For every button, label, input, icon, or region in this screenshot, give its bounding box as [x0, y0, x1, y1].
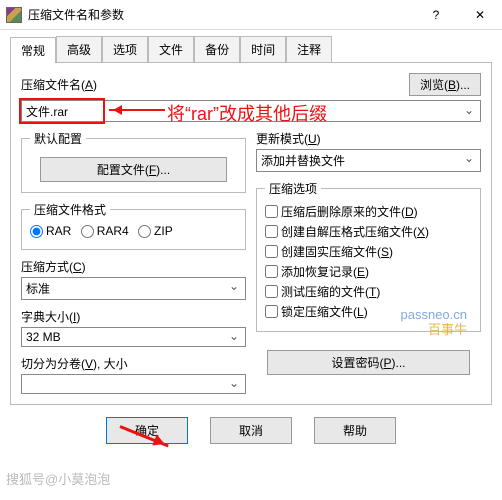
compress-options-legend: 压缩选项	[265, 180, 321, 197]
tab-bar: 常规 高级 选项 文件 备份 时间 注释	[10, 36, 492, 62]
format-rar4[interactable]: RAR4	[81, 224, 129, 238]
option-check-0[interactable]	[265, 205, 278, 218]
method-label: 压缩方式(C)	[21, 258, 246, 275]
option-3[interactable]: 添加恢复记录(E)	[265, 263, 472, 280]
option-1[interactable]: 创建自解压格式压缩文件(X)	[265, 223, 472, 240]
update-select[interactable]: 添加并替换文件⌄	[256, 149, 481, 172]
format-zip-radio[interactable]	[138, 225, 151, 238]
app-icon	[6, 7, 22, 23]
option-check-3[interactable]	[265, 265, 278, 278]
window-title: 压缩文件名和参数	[28, 6, 414, 23]
option-check-4[interactable]	[265, 285, 278, 298]
option-2[interactable]: 创建固实压缩文件(S)	[265, 243, 472, 260]
chevron-down-icon: ⌄	[225, 376, 243, 390]
tab-files[interactable]: 文件	[148, 36, 194, 62]
compress-options-group: 压缩选项 压缩后删除原来的文件(D) 创建自解压格式压缩文件(X) 创建固实压缩文件…	[256, 180, 481, 332]
update-label: 更新模式(U)	[256, 130, 481, 147]
chevron-down-icon: ⌄	[460, 151, 478, 165]
ok-button[interactable]: 确定	[106, 417, 188, 444]
title-bar: 压缩文件名和参数 ? ✕	[0, 0, 502, 30]
help-button[interactable]: ?	[414, 0, 458, 29]
format-zip[interactable]: ZIP	[138, 224, 173, 238]
format-rar[interactable]: RAR	[30, 224, 71, 238]
archive-name-input[interactable]	[21, 100, 481, 122]
cancel-button[interactable]: 取消	[210, 417, 292, 444]
method-select[interactable]: 标准⌄	[21, 277, 246, 300]
tab-options[interactable]: 选项	[102, 36, 148, 62]
tab-backup[interactable]: 备份	[194, 36, 240, 62]
chevron-down-icon[interactable]: ⌄	[460, 103, 478, 117]
option-check-2[interactable]	[265, 245, 278, 258]
option-0[interactable]: 压缩后删除原来的文件(D)	[265, 203, 472, 220]
option-5[interactable]: 锁定压缩文件(L)	[265, 303, 472, 320]
close-button[interactable]: ✕	[458, 0, 502, 29]
format-rar4-radio[interactable]	[81, 225, 94, 238]
chevron-down-icon: ⌄	[225, 329, 243, 343]
set-password-button[interactable]: 设置密码(P)...	[267, 350, 470, 375]
split-select[interactable]: ⌄	[21, 374, 246, 394]
watermark-source: 搜狐号@小莫泡泡	[6, 469, 110, 488]
default-config-group: 默认配置 配置文件(F)...	[21, 130, 246, 193]
archive-format-legend: 压缩文件格式	[30, 201, 110, 218]
tab-comment[interactable]: 注释	[286, 36, 332, 62]
archive-format-group: 压缩文件格式 RAR RAR4 ZIP	[21, 201, 246, 250]
dict-select[interactable]: 32 MB⌄	[21, 327, 246, 347]
tab-panel: 压缩文件名(A) 浏览(B)... ⌄ 将“rar”改成其他后缀 默认配置 配置…	[10, 62, 492, 405]
tab-advanced[interactable]: 高级	[56, 36, 102, 62]
filename-label: 压缩文件名(A)	[21, 76, 97, 93]
chevron-down-icon: ⌄	[225, 279, 243, 293]
tab-general[interactable]: 常规	[10, 37, 56, 63]
tab-time[interactable]: 时间	[240, 36, 286, 62]
option-4[interactable]: 测试压缩的文件(T)	[265, 283, 472, 300]
option-check-1[interactable]	[265, 225, 278, 238]
dict-label: 字典大小(I)	[21, 308, 246, 325]
format-rar-radio[interactable]	[30, 225, 43, 238]
help-button-footer[interactable]: 帮助	[314, 417, 396, 444]
dialog-footer: 确定 取消 帮助	[10, 405, 492, 446]
default-config-legend: 默认配置	[30, 130, 86, 147]
option-check-5[interactable]	[265, 305, 278, 318]
profiles-button[interactable]: 配置文件(F)...	[40, 157, 226, 182]
browse-button[interactable]: 浏览(B)...	[409, 73, 481, 96]
split-label: 切分为分卷(V), 大小	[21, 355, 246, 372]
